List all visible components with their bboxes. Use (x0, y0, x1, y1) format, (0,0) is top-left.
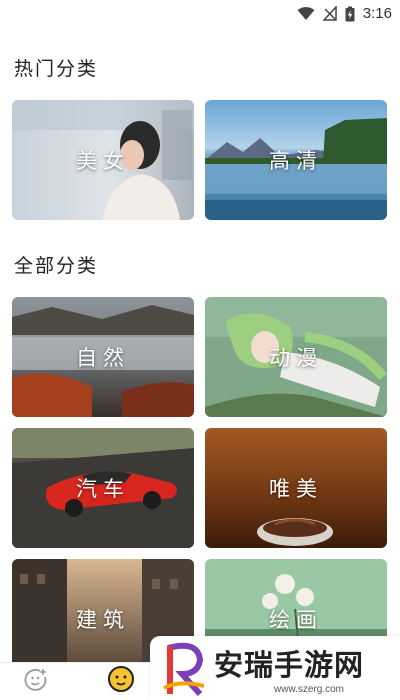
card-label: 自然 (76, 346, 130, 370)
home-face-icon[interactable] (107, 665, 135, 693)
card-label: 汽车 (76, 477, 130, 501)
category-card-nature[interactable]: 自然 (12, 297, 194, 417)
all-section-title: 全部分类 (14, 255, 99, 277)
status-icons: 3:16 (297, 5, 392, 22)
watermark-url: www.szerg.com (274, 684, 345, 695)
wifi-icon (297, 7, 315, 20)
watermark-title: 安瑞手游网 (214, 648, 365, 682)
category-card-anime[interactable]: 动漫 (205, 297, 387, 417)
hot-section-title: 热门分类 (14, 58, 99, 80)
category-card-beauty[interactable]: 美女 (12, 100, 194, 220)
category-card-car[interactable]: 汽车 (12, 428, 194, 548)
status-bar: 3:16 (0, 0, 400, 30)
status-time: 3:16 (362, 5, 392, 22)
card-label: 动漫 (269, 346, 323, 370)
no-signal-icon (322, 6, 337, 21)
card-label: 美女 (76, 149, 130, 173)
category-card-aesthetic[interactable]: 唯美 (205, 428, 387, 548)
watermark-badge: 安瑞手游网 www.szerg.com (150, 636, 400, 700)
card-label: 高清 (269, 149, 323, 173)
category-card-hd[interactable]: 高清 (205, 100, 387, 220)
card-label: 唯美 (269, 477, 323, 501)
add-face-icon[interactable] (24, 668, 48, 692)
battery-charging-icon (345, 6, 355, 21)
watermark-logo (163, 642, 205, 696)
